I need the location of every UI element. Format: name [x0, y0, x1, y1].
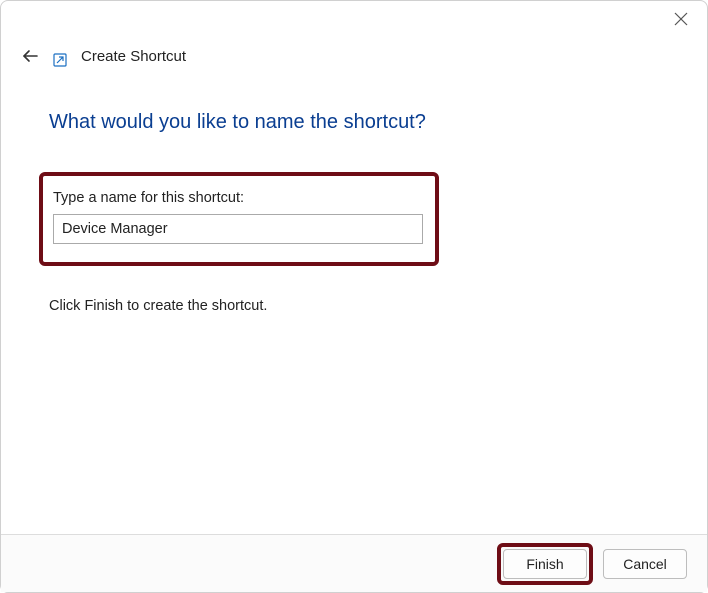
- back-arrow-icon[interactable]: [21, 47, 39, 65]
- dialog-footer: Finish Cancel: [1, 534, 707, 592]
- wizard-title: Create Shortcut: [81, 48, 186, 65]
- wizard-header: Create Shortcut: [21, 47, 186, 65]
- titlebar: [1, 1, 707, 41]
- cancel-button[interactable]: Cancel: [603, 549, 687, 579]
- finish-button[interactable]: Finish: [503, 549, 587, 579]
- annotation-highlight-name-field: Type a name for this shortcut:: [39, 172, 439, 266]
- shortcut-name-label: Type a name for this shortcut:: [53, 190, 425, 206]
- wizard-content: What would you like to name the shortcut…: [49, 111, 659, 314]
- annotation-highlight-finish: Finish: [497, 543, 593, 585]
- close-icon[interactable]: [673, 11, 689, 27]
- instruction-text: Click Finish to create the shortcut.: [49, 298, 659, 314]
- shortcut-overlay-icon: [53, 53, 67, 67]
- page-heading: What would you like to name the shortcut…: [49, 111, 659, 134]
- shortcut-name-input[interactable]: [53, 214, 423, 244]
